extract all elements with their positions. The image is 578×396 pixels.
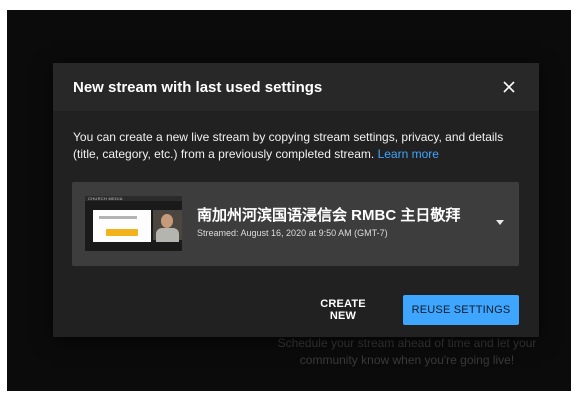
close-button[interactable] [499, 77, 519, 97]
stream-title: 南加州河滨国语浸信会 RMBC 主日敬拜 [197, 207, 461, 224]
stream-thumbnail: CHURCH MEDIA [85, 196, 182, 251]
dialog-description: You can create a new live stream by copy… [73, 129, 523, 163]
thumbnail-speaker-head [161, 214, 173, 228]
dialog-header: New stream with last used settings [53, 63, 539, 111]
reuse-settings-button[interactable]: REUSE SETTINGS [403, 295, 519, 325]
thumbnail-speaker-body [156, 228, 179, 242]
new-stream-dialog: New stream with last used settings You c… [53, 63, 539, 337]
thumbnail-slide [93, 210, 151, 242]
previous-stream-selector[interactable]: CHURCH MEDIA 南加州河滨国语浸信会 RMBC 主日敬拜 Stream… [72, 182, 519, 266]
create-new-button[interactable]: CREATE NEW [303, 295, 383, 325]
background-hint-line1: Schedule your stream ahead of time and l… [277, 336, 537, 350]
background-hint: Schedule your stream ahead of time and l… [247, 335, 567, 369]
learn-more-link[interactable]: Learn more [378, 147, 439, 161]
thumbnail-brand: CHURCH MEDIA [88, 196, 123, 201]
app-screen: Schedule your stream ahead of time and l… [7, 10, 571, 391]
stream-date: Streamed: August 16, 2020 at 9:50 AM (GM… [197, 228, 388, 238]
thumbnail-slide-text [99, 216, 137, 219]
close-icon [503, 81, 515, 93]
thumbnail-slide-button [106, 229, 138, 236]
dialog-title: New stream with last used settings [73, 78, 323, 96]
dropdown-arrow-icon[interactable] [496, 220, 504, 225]
background-hint-line2: community know when you're going live! [299, 353, 515, 367]
thumbnail-speaker [153, 210, 182, 242]
